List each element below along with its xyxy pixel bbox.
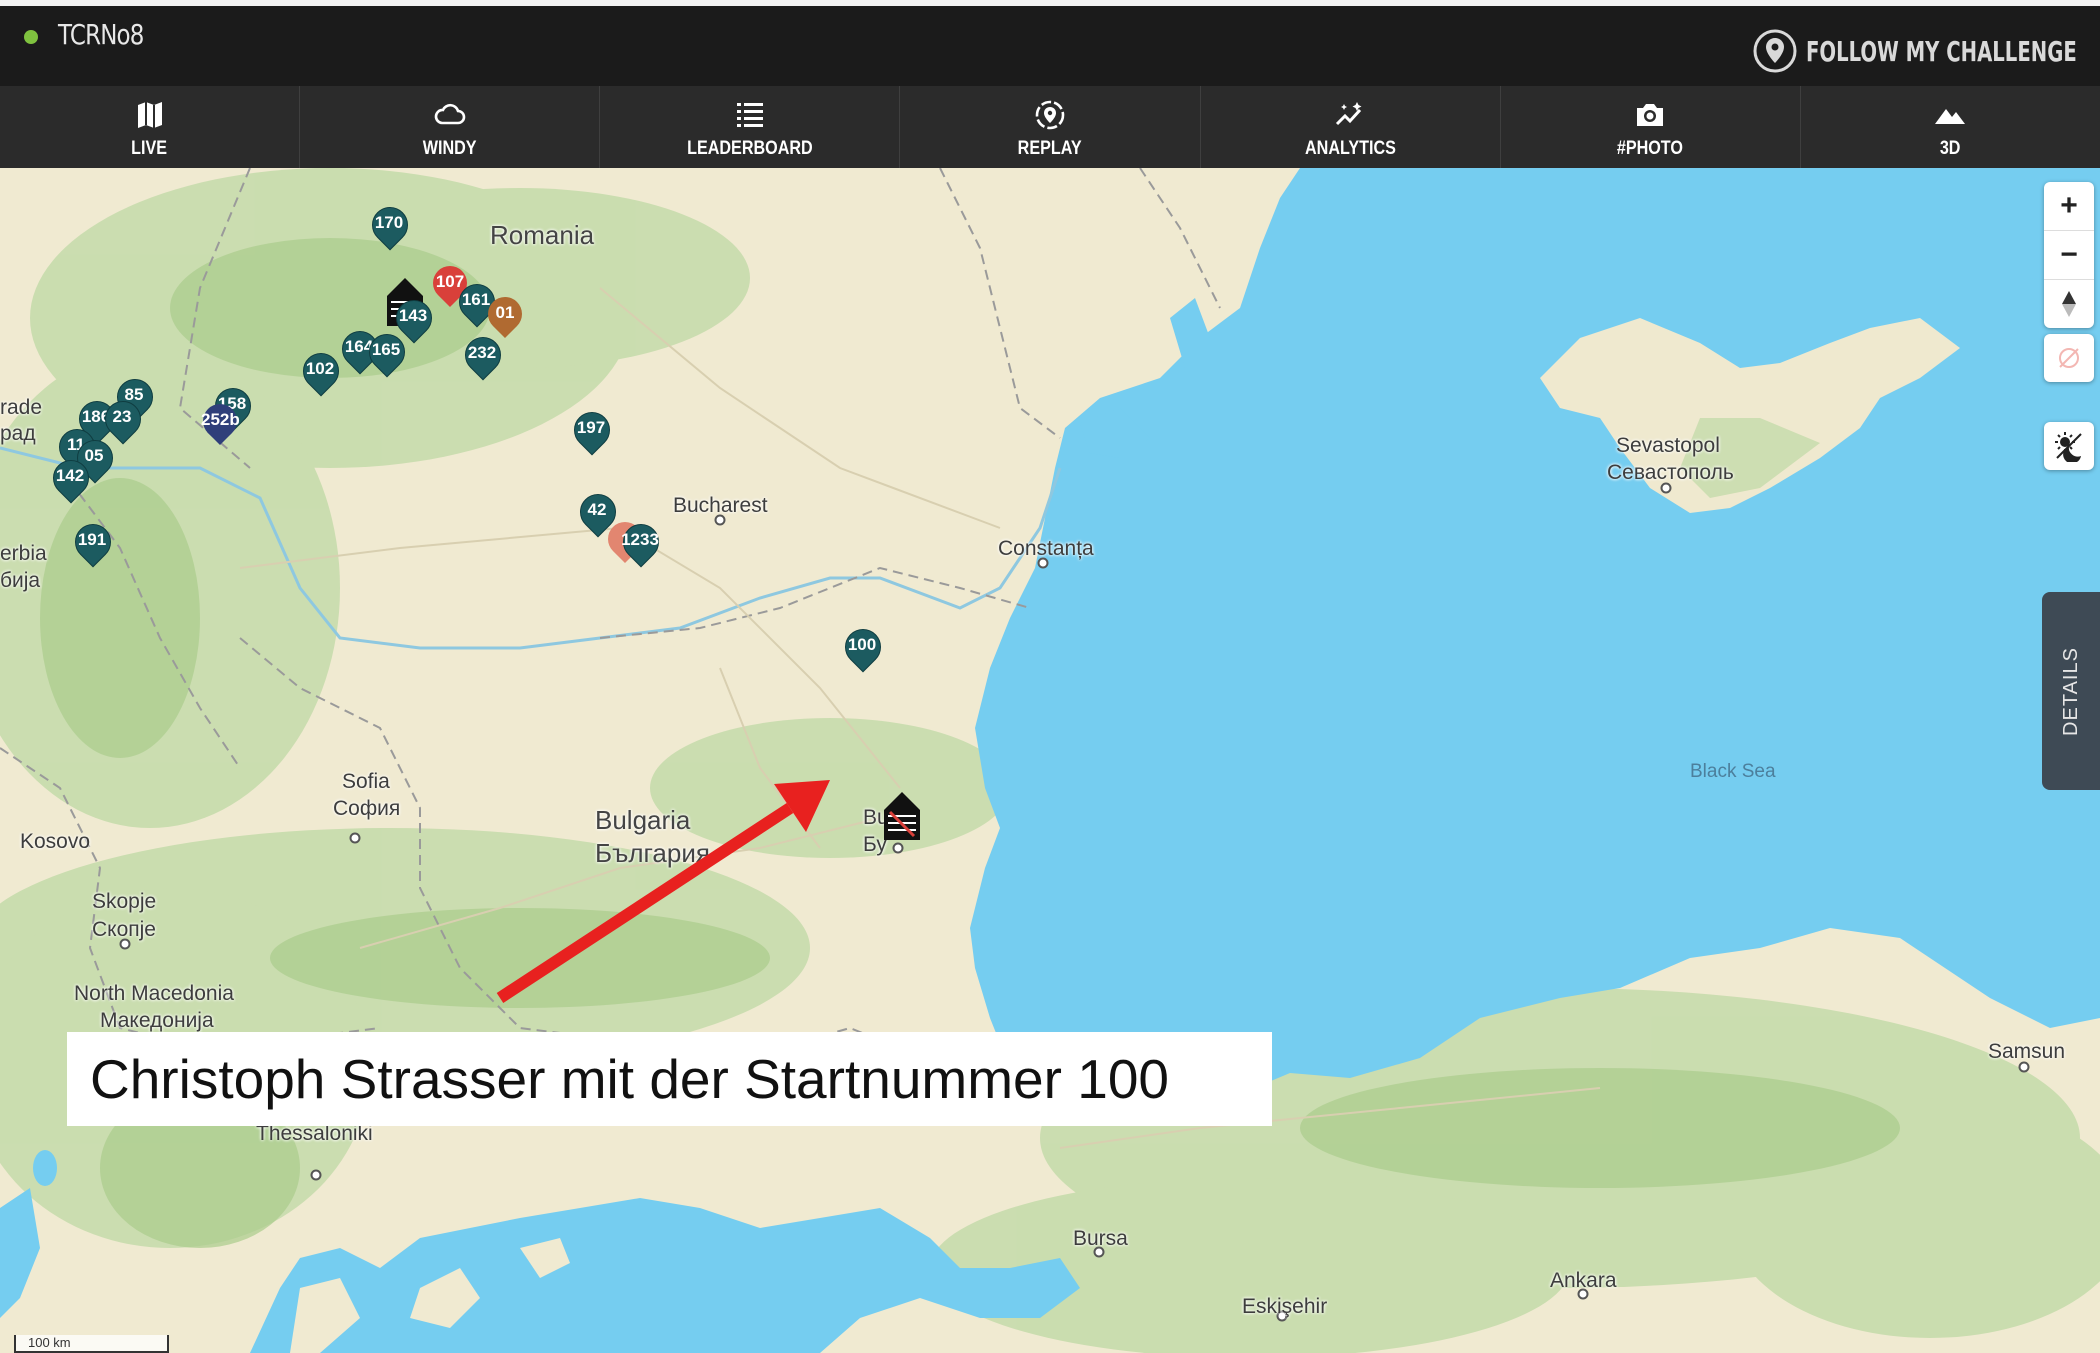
brand-name: FOLLOW MY CHALLENGE	[1806, 34, 2077, 68]
analytics-icon	[1336, 102, 1362, 126]
nav-3d[interactable]: 3D	[1801, 86, 2100, 168]
map-canvas[interactable]: Romania Bucharest Constanța Sevastopol С…	[0, 168, 2100, 1353]
details-panel-tab[interactable]: DETAILS	[2042, 592, 2100, 790]
nav-photo[interactable]: #PHOTO	[1501, 86, 1801, 168]
toggle-layer-button[interactable]	[2044, 334, 2094, 382]
hidden-layer-icon	[2059, 348, 2079, 368]
brand-logo[interactable]: FOLLOW MY CHALLENGE	[1752, 28, 2096, 74]
nav-live-label: LIVE	[131, 138, 168, 159]
details-tab-label: DETAILS	[2059, 646, 2082, 736]
nav-replay[interactable]: REPLAY	[900, 86, 1201, 168]
annotation-caption: Christoph Strasser mit der Startnummer 1…	[67, 1032, 1272, 1126]
zoom-controls: + −	[2044, 182, 2094, 328]
day-night-button[interactable]	[2044, 422, 2094, 470]
zoom-in-button[interactable]: +	[2044, 182, 2094, 231]
location-pin-logo-icon	[1753, 29, 1797, 73]
compass-icon	[2062, 291, 2076, 317]
annotation-caption-text: Christoph Strasser mit der Startnummer 1…	[90, 1048, 1169, 1110]
top-bar: TCRNo8 FOLLOW MY CHALLENGE	[0, 0, 2100, 86]
annotation-arrow	[496, 780, 830, 1004]
zoom-out-button[interactable]: −	[2044, 231, 2094, 280]
day-night-icon	[2055, 432, 2082, 462]
nav-live[interactable]: LIVE	[0, 86, 301, 168]
main-nav: LIVE WINDY LEADERBOARD REPLAY ANALYTICS …	[0, 86, 2100, 168]
nav-analytics-label: ANALYTICS	[1304, 138, 1396, 159]
list-icon	[736, 103, 763, 127]
cloud-icon	[434, 103, 465, 125]
map-scale-bar: 100 km	[14, 1335, 169, 1353]
camera-icon	[1637, 104, 1664, 126]
replay-pin-icon	[1035, 100, 1065, 130]
nav-analytics[interactable]: ANALYTICS	[1201, 86, 1501, 168]
nav-leaderboard[interactable]: LEADERBOARD	[600, 86, 901, 168]
mountain-icon	[1935, 109, 1966, 124]
event-name: TCRNo8	[58, 18, 144, 51]
nav-leaderboard-label: LEADERBOARD	[687, 138, 813, 159]
nav-photo-label: #PHOTO	[1617, 138, 1684, 159]
nav-windy[interactable]: WINDY	[300, 86, 601, 168]
map-icon	[137, 102, 162, 128]
nav-windy-label: WINDY	[422, 138, 477, 159]
nav-3d-label: 3D	[1940, 138, 1961, 159]
compass-button[interactable]	[2044, 280, 2094, 328]
live-status-dot	[24, 30, 38, 44]
nav-replay-label: REPLAY	[1017, 138, 1083, 159]
